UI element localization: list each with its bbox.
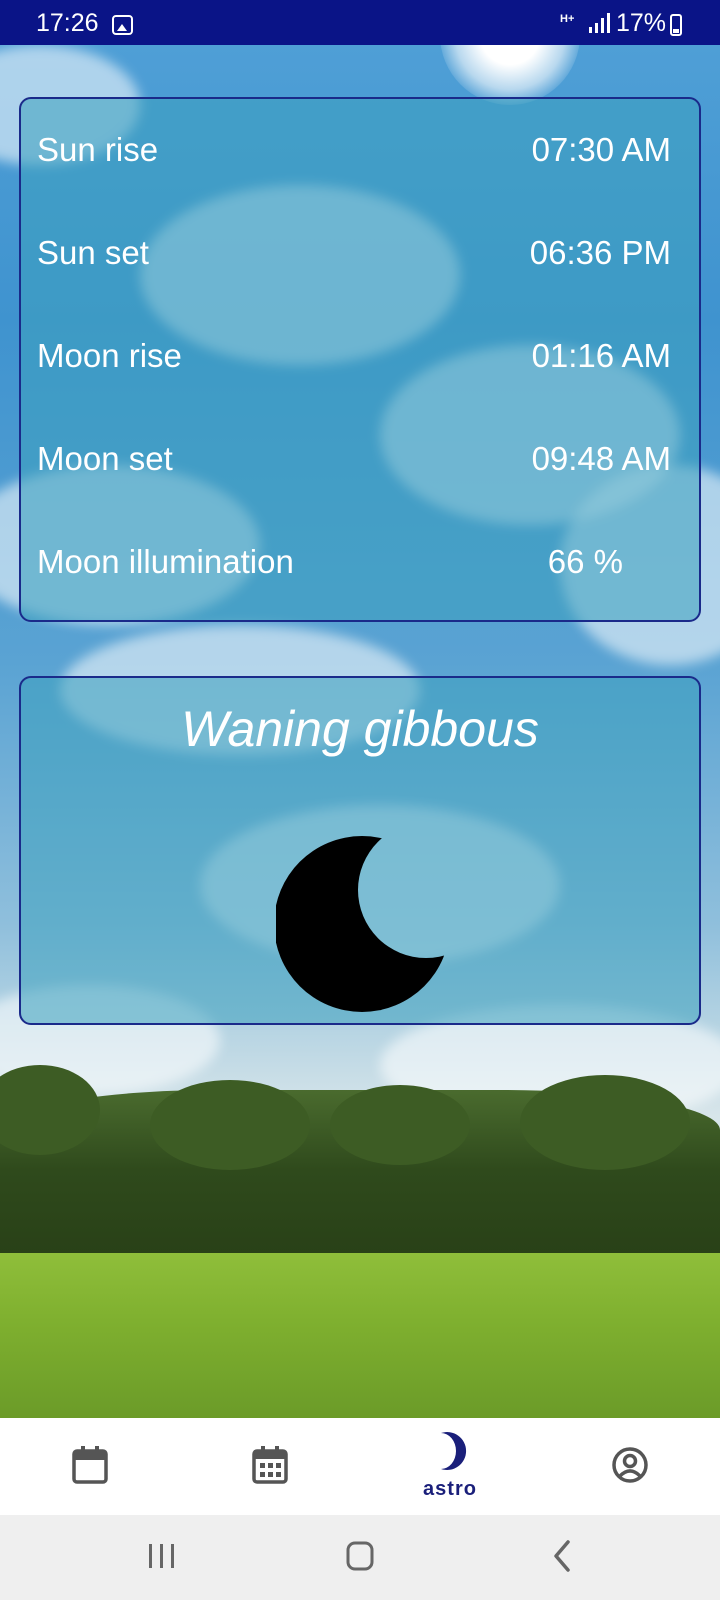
- nav-item-astro[interactable]: astro: [360, 1418, 540, 1515]
- moonrise-row: Moon rise 01:16 AM: [37, 331, 671, 381]
- sunset-value: 06:36 PM: [529, 234, 671, 271]
- signal-icon: [589, 13, 610, 33]
- back-icon[interactable]: [548, 1515, 578, 1600]
- sunrise-value: 07:30 AM: [531, 131, 671, 168]
- sunrise-row: Sun rise 07:30 AM: [37, 125, 671, 175]
- moonset-value: 09:48 AM: [531, 440, 671, 477]
- nav-item-calendar[interactable]: [0, 1418, 180, 1515]
- moon-phase-icon: [276, 836, 450, 1012]
- crescent-moon-icon: [441, 1432, 467, 1470]
- nav-label-astro: astro: [423, 1478, 477, 1500]
- tree: [330, 1085, 470, 1165]
- sunset-label: Sun set: [37, 234, 149, 271]
- moon-phase-title: Waning gibbous: [181, 701, 539, 757]
- app-screen: 17:26 H+ 17% Sun rise 07:30 AM Sun set 0…: [0, 0, 720, 1600]
- network-type-indicator: H+: [560, 13, 575, 25]
- account-icon: [612, 1447, 648, 1483]
- nav-item-account[interactable]: [540, 1418, 720, 1515]
- calendar-icon: [72, 1446, 108, 1484]
- tree: [150, 1080, 310, 1170]
- moon-illumination-row: Moon illumination 66 %: [37, 537, 671, 587]
- moonrise-value: 01:16 AM: [531, 337, 671, 374]
- nav-item-calendar-grid[interactable]: [180, 1418, 360, 1515]
- sunset-row: Sun set 06:36 PM: [37, 228, 671, 278]
- grass-field: [0, 1253, 720, 1418]
- battery-icon: [670, 14, 682, 36]
- bottom-navigation: astro: [0, 1418, 720, 1515]
- tree: [520, 1075, 690, 1170]
- status-bar: 17:26 H+ 17%: [0, 0, 720, 45]
- moonrise-label: Moon rise: [37, 337, 182, 374]
- sunrise-label: Sun rise: [37, 131, 159, 168]
- moonset-label: Moon set: [37, 440, 173, 477]
- recents-icon[interactable]: [145, 1515, 179, 1600]
- moon-illumination-label: Moon illumination: [37, 543, 294, 580]
- astro-info-card: Sun rise 07:30 AM Sun set 06:36 PM Moon …: [19, 97, 701, 622]
- calendar-grid-icon: [252, 1446, 288, 1484]
- moonset-row: Moon set 09:48 AM: [37, 434, 671, 484]
- moon-phase-card: Waning gibbous: [19, 676, 701, 1025]
- system-navigation-bar: [0, 1515, 720, 1600]
- home-icon[interactable]: [344, 1515, 378, 1600]
- moon-illumination-value: 66 %: [547, 543, 623, 580]
- status-time: 17:26: [36, 9, 99, 37]
- sun-glare: [440, 45, 580, 105]
- battery-percent: 17%: [616, 9, 667, 37]
- photo-icon: [112, 15, 133, 35]
